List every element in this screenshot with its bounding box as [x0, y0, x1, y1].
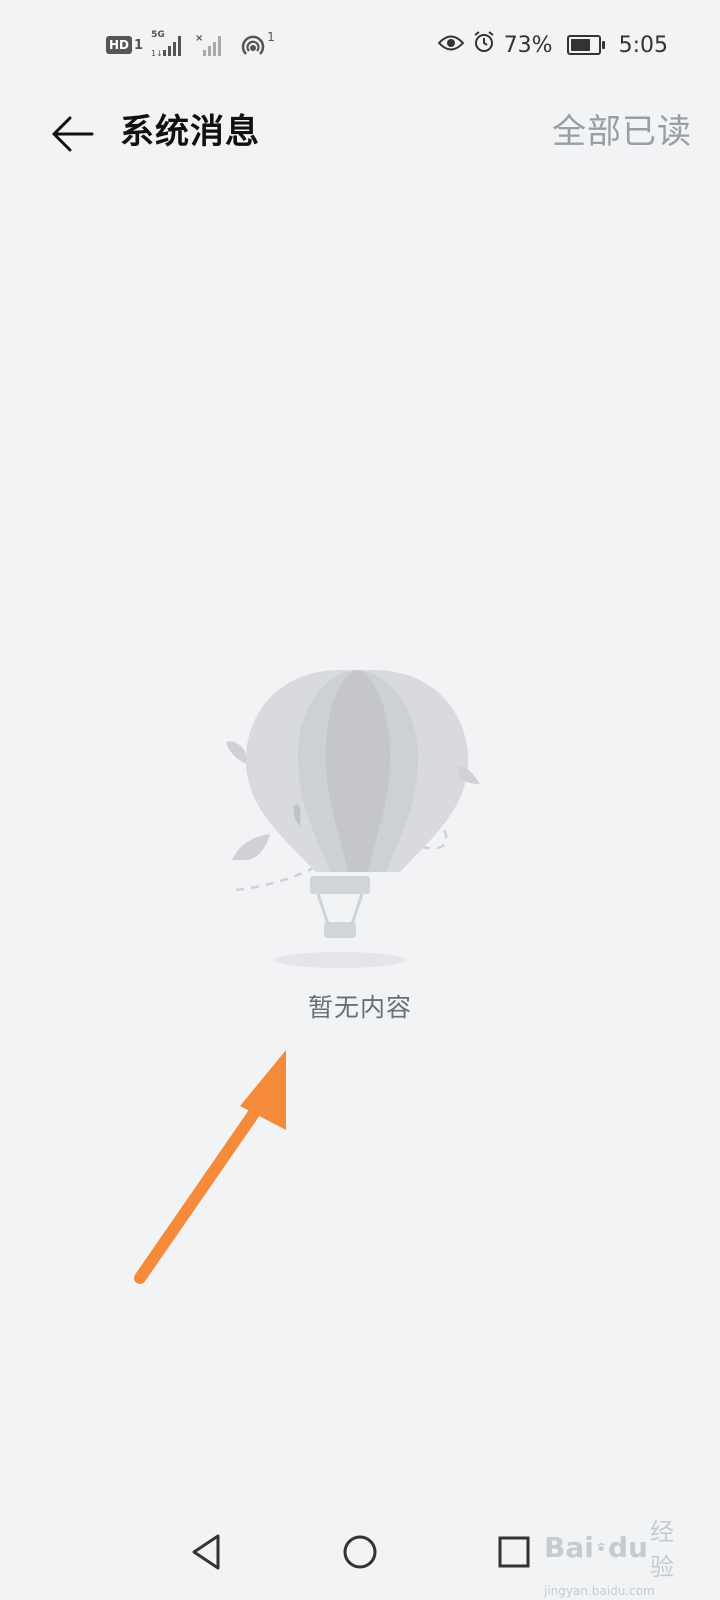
watermark-service: 经验 — [650, 1518, 674, 1581]
hotspot-count: 1 — [267, 30, 275, 44]
nav-recents-button[interactable] — [484, 1522, 544, 1582]
nav-back-button[interactable] — [176, 1522, 236, 1582]
svg-text:×: × — [195, 33, 203, 44]
mark-all-read-button[interactable]: 全部已读 — [552, 108, 692, 156]
clock-time: 5:05 — [618, 32, 668, 58]
alarm-icon — [472, 30, 496, 60]
hotspot-icon: 1 — [239, 30, 275, 58]
watermark-logo-right: du — [608, 1530, 648, 1564]
watermark-logo-left: Bai — [544, 1530, 594, 1564]
triangle-back-icon — [192, 1534, 220, 1570]
nav-home-button[interactable] — [330, 1522, 390, 1582]
eye-comfort-icon — [437, 33, 465, 58]
hd-label: HD — [106, 36, 133, 54]
square-recents-icon — [498, 1536, 530, 1568]
status-bar: HD 1 5G 1↓ × 1 73% 5:05 — [0, 0, 720, 92]
status-left-group: HD 1 5G 1↓ × 1 — [106, 30, 275, 60]
network-type-label: 5G — [151, 30, 165, 40]
svg-text:1↓: 1↓ — [151, 49, 163, 58]
circle-home-icon — [343, 1535, 377, 1569]
battery-fill — [570, 39, 590, 51]
status-right-group: 73% 5:05 — [437, 28, 668, 62]
annotation-arrow — [134, 1050, 286, 1284]
watermark-url: jingyan.baidu.com — [544, 1584, 655, 1598]
hd-voice-icon: HD 1 — [106, 36, 143, 54]
app-bar: 系统消息 全部已读 — [0, 92, 720, 174]
back-button[interactable] — [44, 106, 100, 162]
signal-5g-icon: 5G 1↓ — [151, 30, 187, 58]
back-arrow-icon — [52, 116, 94, 152]
signal-no-service-icon: × — [195, 32, 231, 58]
baidu-jingyan-watermark: Bai du 经验 jingyan.baidu.com — [544, 1512, 674, 1598]
empty-balloon-illustration — [226, 670, 480, 968]
battery-icon — [566, 35, 605, 55]
paw-logo-icon — [597, 1542, 605, 1551]
empty-state-text: 暂无内容 — [307, 993, 412, 1022]
hd-sim-number: 1 — [134, 37, 144, 53]
page-title: 系统消息 — [120, 112, 260, 152]
battery-percent: 73% — [503, 32, 553, 58]
